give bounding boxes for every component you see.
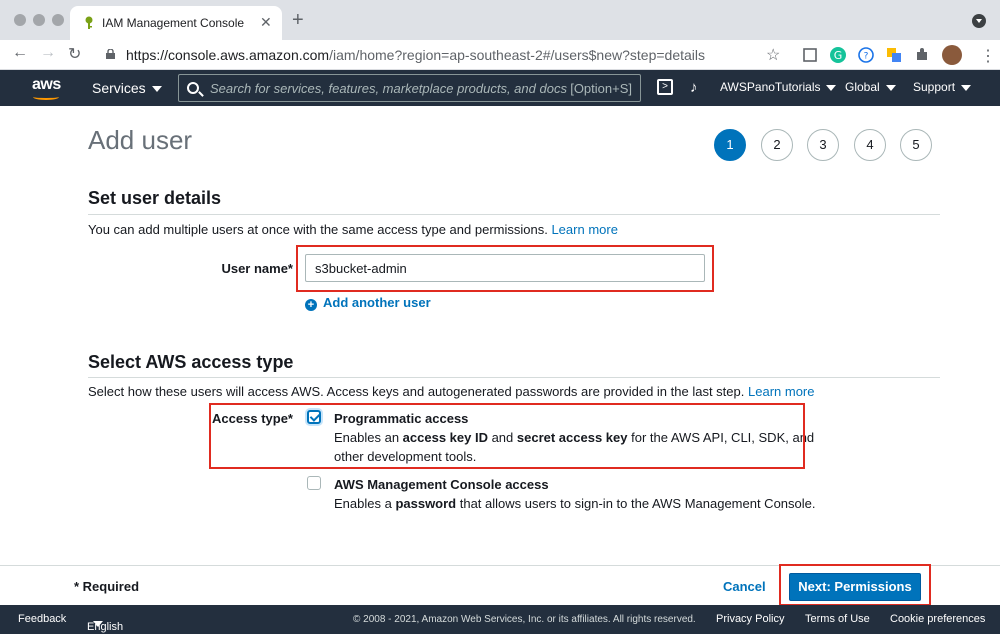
aws-search-input[interactable]: Search for services, features, marketpla…: [178, 74, 641, 102]
region-label: Global: [845, 80, 880, 94]
browser-tab[interactable]: IAM Management Console ✕: [70, 6, 282, 40]
cancel-button[interactable]: Cancel: [723, 579, 766, 594]
step-1[interactable]: 1: [714, 129, 746, 161]
search-placeholder: Search for services, features, marketpla…: [210, 81, 567, 96]
step-5[interactable]: 5: [900, 129, 932, 161]
region-menu[interactable]: Global: [845, 80, 896, 94]
terms-of-use-link[interactable]: Terms of Use: [805, 613, 870, 625]
window-close-button[interactable]: [14, 14, 26, 26]
address-bar[interactable]: https://console.aws.amazon.com/iam/home?…: [100, 42, 790, 68]
grammarly-icon[interactable]: G: [829, 46, 847, 64]
username-label: User name*: [221, 261, 293, 276]
aws-top-nav: aws Services Search for services, featur…: [0, 70, 1000, 106]
url-domain: https://console.aws.amazon.com: [126, 47, 330, 63]
window-zoom-button[interactable]: [52, 14, 64, 26]
svg-text:?: ?: [864, 52, 869, 62]
highlight-next-button: [779, 564, 931, 606]
caret-down-icon: [826, 84, 837, 91]
copyright-text: © 2008 - 2021, Amazon Web Services, Inc.…: [353, 614, 696, 625]
extensions-puzzle-icon[interactable]: [913, 46, 931, 64]
section-divider: [88, 377, 940, 378]
bookmark-star-icon[interactable]: ☆: [766, 45, 780, 65]
console-access-checkbox[interactable]: [307, 476, 321, 490]
support-menu[interactable]: Support: [913, 80, 972, 94]
reload-icon[interactable]: ↻: [68, 44, 81, 64]
forward-icon[interactable]: →: [40, 44, 56, 62]
new-tab-button[interactable]: +: [292, 9, 304, 32]
step-2[interactable]: 2: [761, 129, 793, 161]
step-4[interactable]: 4: [854, 129, 886, 161]
privacy-policy-link[interactable]: Privacy Policy: [716, 613, 784, 625]
lock-icon: [106, 49, 115, 59]
services-menu[interactable]: Services: [92, 80, 162, 96]
browser-tab-bar: IAM Management Console ✕ +: [0, 0, 1000, 40]
add-another-user-link[interactable]: + Add another user: [305, 295, 431, 311]
add-another-user-label: Add another user: [323, 295, 431, 310]
user-details-heading: Set user details: [88, 188, 222, 208]
highlight-access-type: [209, 403, 805, 469]
extension-circle-icon[interactable]: ?: [857, 46, 875, 64]
caret-down-icon: [93, 621, 103, 627]
url-text: https://console.aws.amazon.com/iam/home?…: [126, 47, 705, 63]
desc-text: Enables a: [334, 496, 396, 511]
notifications-bell-icon[interactable]: ♪: [690, 79, 698, 96]
console-access-title: AWS Management Console access: [334, 477, 549, 492]
tab-search-icon[interactable]: [972, 14, 986, 28]
window-minimize-button[interactable]: [33, 14, 45, 26]
tab-title: IAM Management Console: [102, 16, 245, 30]
cookie-preferences-link[interactable]: Cookie preferences: [890, 613, 985, 625]
back-icon[interactable]: ←: [12, 44, 28, 62]
cloudshell-icon[interactable]: >: [657, 79, 673, 95]
caret-down-icon: [885, 84, 896, 91]
search-icon: [187, 82, 199, 94]
desc-bold: password: [395, 496, 457, 511]
section-divider: [88, 214, 940, 215]
browser-menu-icon[interactable]: ⋮: [980, 46, 996, 66]
url-path: /iam/home?region=ap-southeast-2#/users$n…: [329, 47, 706, 63]
aws-logo-smile: [33, 94, 59, 100]
learn-more-link[interactable]: Learn more: [748, 384, 814, 399]
highlight-username: [296, 245, 714, 292]
extension-squares-icon[interactable]: [885, 46, 903, 64]
aws-logo[interactable]: aws: [32, 76, 61, 94]
user-details-desc-text: You can add multiple users at once with …: [88, 222, 548, 237]
learn-more-link[interactable]: Learn more: [551, 222, 617, 237]
step-3[interactable]: 3: [807, 129, 839, 161]
required-note: * Required: [74, 579, 140, 594]
tab-close-icon[interactable]: ✕: [260, 14, 272, 31]
user-details-description: You can add multiple users at once with …: [88, 222, 618, 237]
access-type-heading: Select AWS access type: [88, 352, 294, 372]
desc-text: that allows users to sign-in to the AWS …: [456, 496, 816, 511]
browser-toolbar: ← → ↻ https://console.aws.amazon.com/iam…: [0, 40, 1000, 70]
account-label: AWSPanoTutorials: [720, 80, 821, 94]
iam-key-icon: [85, 16, 93, 29]
page-title: Add user: [88, 125, 193, 155]
profile-avatar[interactable]: [942, 45, 962, 65]
caret-down-icon: [961, 84, 972, 91]
access-type-description: Select how these users will access AWS. …: [88, 384, 814, 399]
console-footer: Feedback English (US) © 2008 - 2021, Ama…: [0, 605, 1000, 634]
console-access-desc: Enables a password that allows users to …: [334, 494, 816, 513]
support-label: Support: [913, 80, 956, 94]
services-label: Services: [92, 80, 146, 96]
screenshot-extension-icon[interactable]: [801, 46, 819, 64]
access-type-desc-text: Select how these users will access AWS. …: [88, 384, 745, 399]
svg-text:G: G: [834, 49, 843, 62]
feedback-link[interactable]: Feedback: [18, 613, 66, 625]
caret-down-icon: [151, 86, 162, 93]
plus-circle-icon: +: [305, 299, 317, 311]
account-menu[interactable]: AWSPanoTutorials: [720, 80, 837, 94]
search-shortcut: [Option+S]: [570, 81, 632, 96]
